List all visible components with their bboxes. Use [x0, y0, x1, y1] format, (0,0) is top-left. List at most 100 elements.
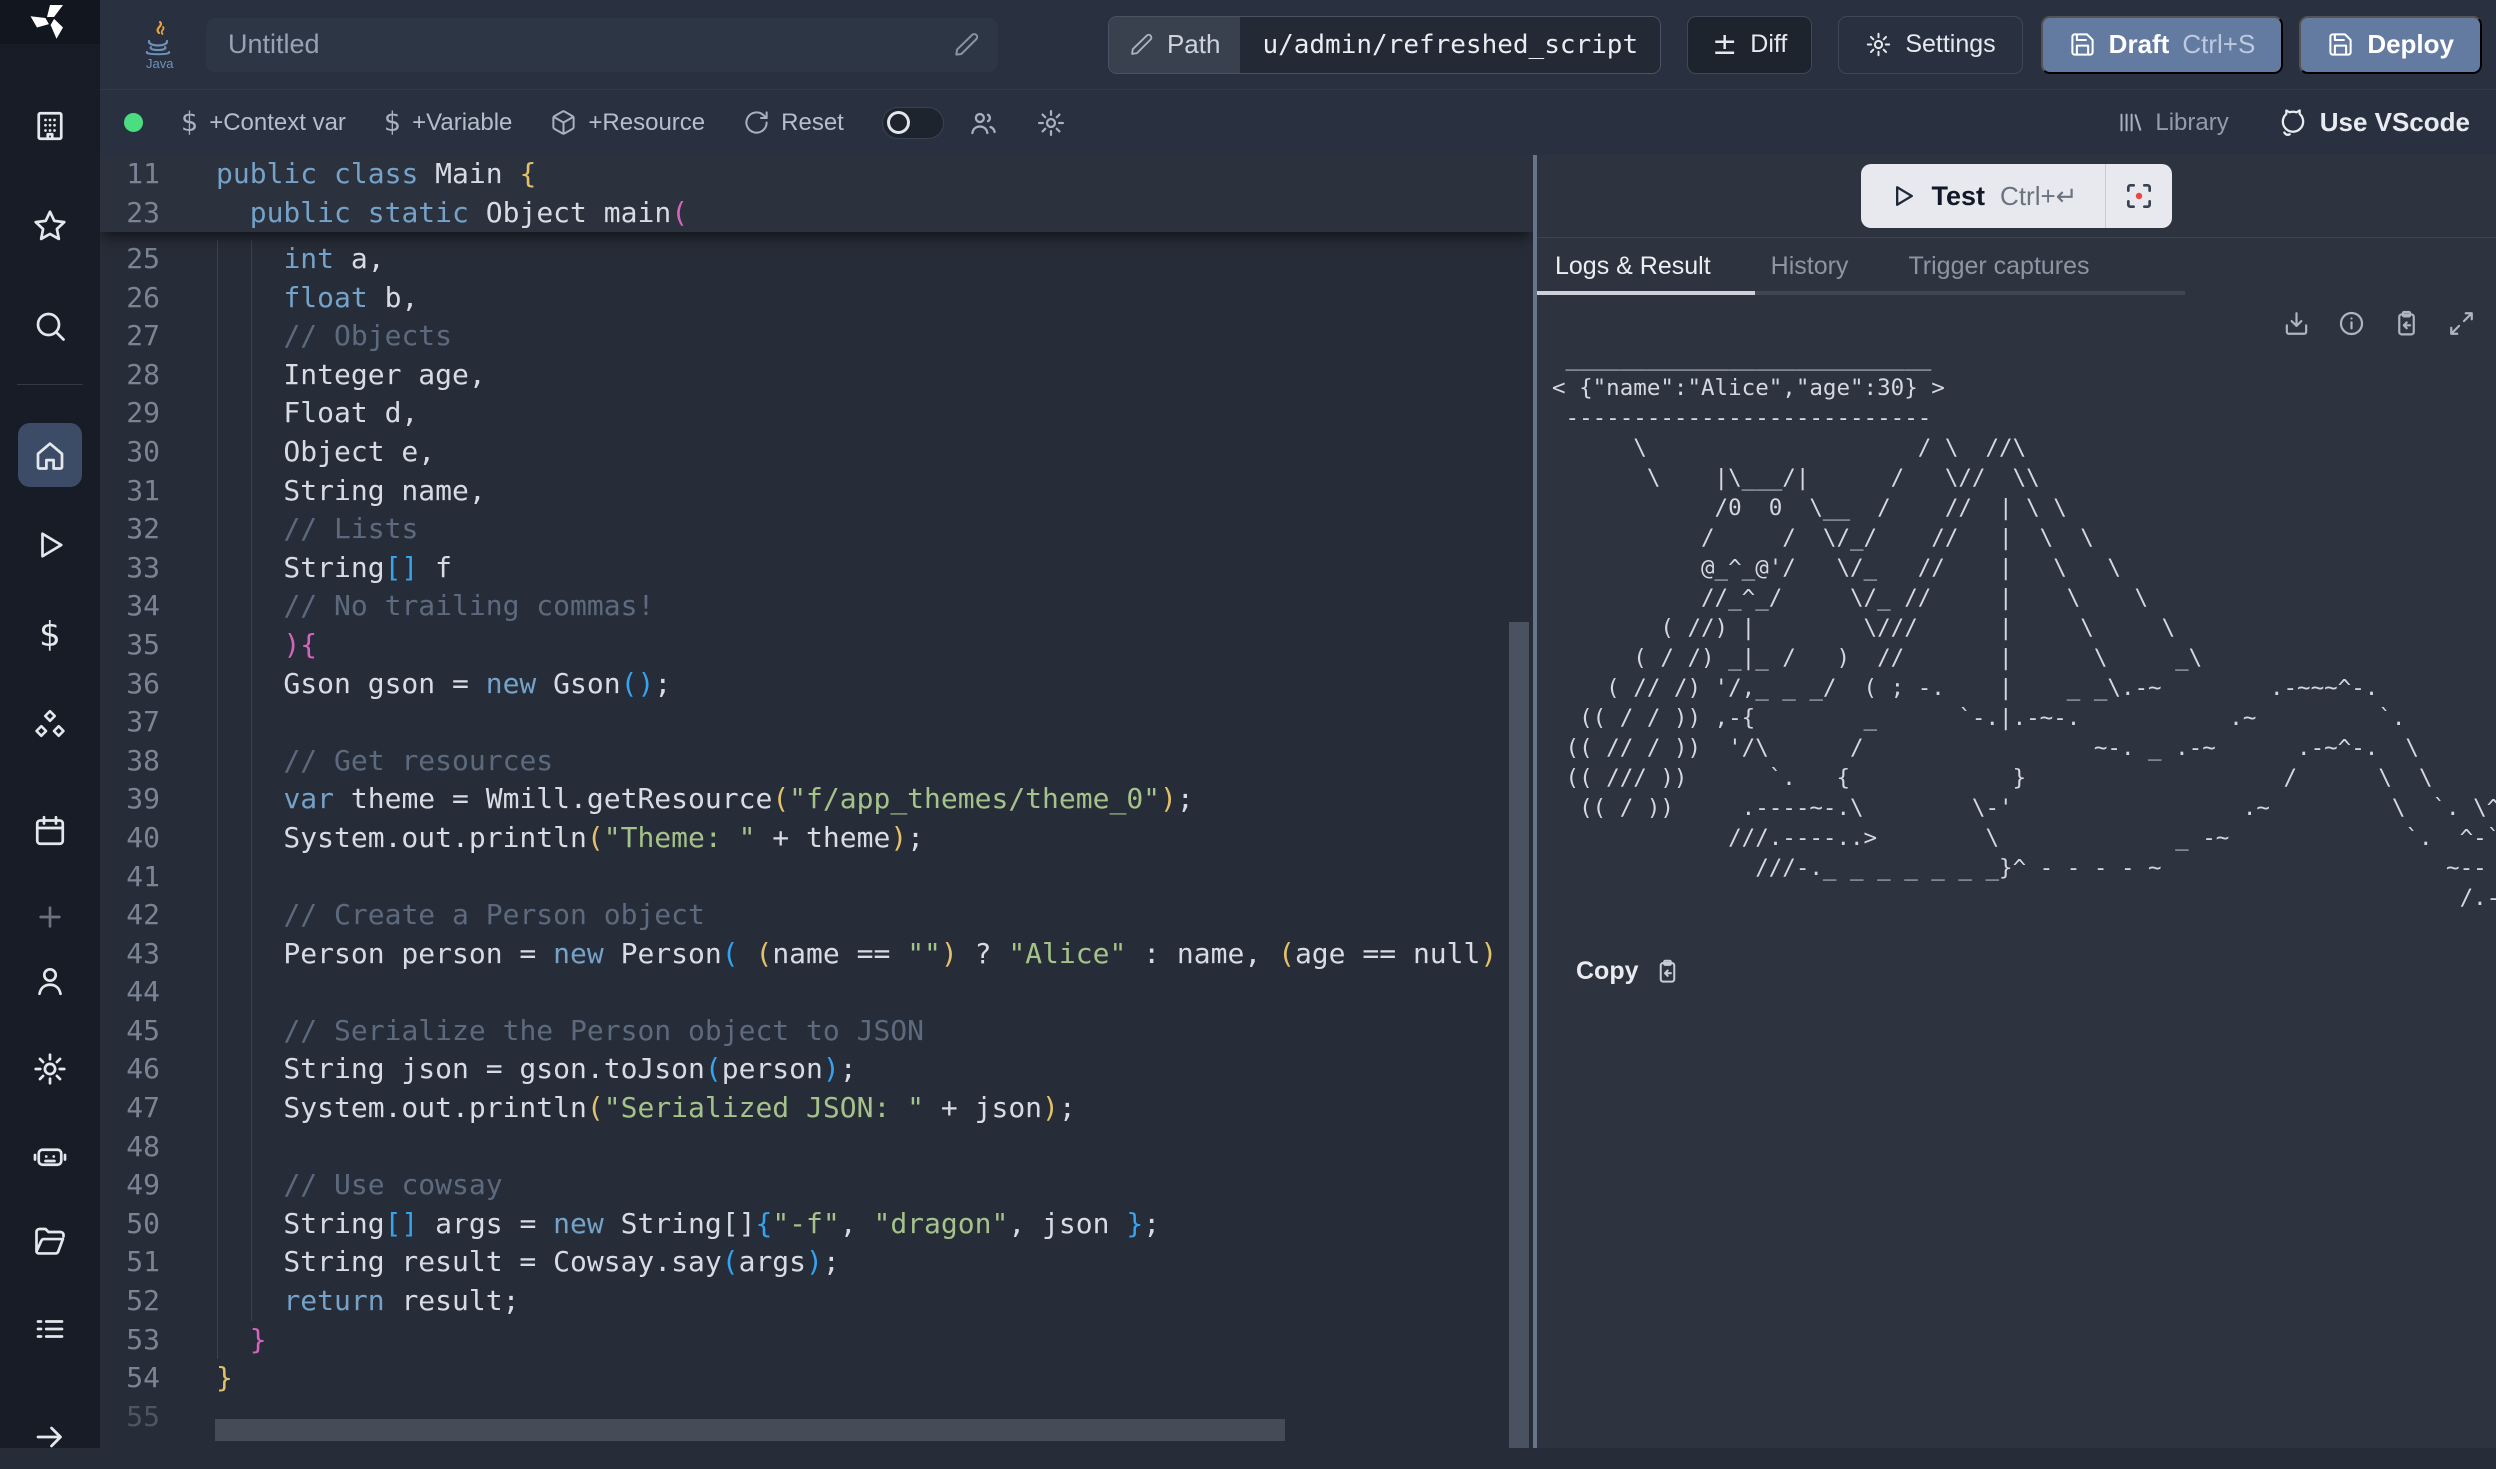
code-line-31[interactable]: 31 String name, — [100, 472, 1533, 511]
expand-icon[interactable] — [2447, 309, 2476, 338]
code-line-51[interactable]: 51 String result = Cowsay.say(args); — [100, 1243, 1533, 1282]
line-content: } — [160, 1321, 267, 1360]
vertical-scrollbar[interactable] — [1509, 622, 1529, 1448]
code-line-23[interactable]: 23 public static Object main( — [100, 194, 1533, 233]
copy-label: Copy — [1576, 957, 1639, 986]
sidebar-item-home[interactable] — [18, 423, 82, 487]
code-line-27[interactable]: 27 // Objects — [100, 317, 1533, 356]
line-number: 41 — [100, 858, 160, 897]
library-button[interactable]: Library — [2117, 109, 2228, 137]
arrow-right-icon — [32, 1419, 68, 1455]
sidebar-item-resources[interactable] — [18, 693, 82, 757]
settings-button[interactable]: Settings — [1838, 16, 2022, 74]
windmill-logo[interactable] — [0, 0, 100, 44]
copy-result-button[interactable]: Copy — [1537, 913, 2496, 986]
code-line-25[interactable]: 25 int a, — [100, 240, 1533, 279]
code-line-37[interactable]: 37 — [100, 703, 1533, 742]
sidebar-item-user[interactable] — [18, 949, 82, 1013]
line-number: 50 — [100, 1205, 160, 1244]
sidebar-item-workspace[interactable] — [18, 94, 82, 158]
code-line-11[interactable]: 11public class Main { — [100, 155, 1533, 194]
use-vscode-button[interactable]: Use VScode — [2277, 107, 2470, 139]
line-number: 35 — [100, 626, 160, 665]
code-line-33[interactable]: 33 String[] f — [100, 549, 1533, 588]
line-number: 29 — [100, 394, 160, 433]
info-icon[interactable] — [2337, 309, 2366, 338]
code-line-34[interactable]: 34 // No trailing commas! — [100, 587, 1533, 626]
horizontal-scrollbar[interactable] — [215, 1419, 1285, 1441]
diff-button[interactable]: ± Diff — [1687, 16, 1812, 74]
code-line-42[interactable]: 42 // Create a Person object — [100, 896, 1533, 935]
collaborators-button[interactable] — [968, 108, 998, 138]
code-line-43[interactable]: 43 Person person = new Person( (name == … — [100, 935, 1533, 974]
code-line-38[interactable]: 38 // Get resources — [100, 742, 1533, 781]
plus-icon — [34, 901, 66, 933]
test-button[interactable]: Test Ctrl+↵ — [1861, 164, 2106, 228]
path-edit-button[interactable]: Path — [1109, 17, 1241, 73]
tab-logs-result[interactable]: Logs & Result — [1537, 238, 1741, 295]
sidebar-item-favorites[interactable] — [18, 194, 82, 258]
code-line-40[interactable]: 40 System.out.println("Theme: " + theme)… — [100, 819, 1533, 858]
code-line-47[interactable]: 47 System.out.println("Serialized JSON: … — [100, 1089, 1533, 1128]
code-line-32[interactable]: 32 // Lists — [100, 510, 1533, 549]
add-resource-button[interactable]: +Resource — [550, 109, 705, 137]
pencil-icon[interactable] — [953, 31, 980, 58]
line-content: // Lists — [160, 510, 418, 549]
code-line-53[interactable]: 53 } — [100, 1321, 1533, 1360]
clipboard-paste-icon[interactable] — [2392, 309, 2421, 338]
line-number: 49 — [100, 1166, 160, 1205]
code-line-30[interactable]: 30 Object e, — [100, 433, 1533, 472]
draft-button[interactable]: Draft Ctrl+S — [2041, 16, 2284, 74]
code-line-35[interactable]: 35 ){ — [100, 626, 1533, 665]
run-panel: Test Ctrl+↵ Logs & Result History Trigge… — [1537, 155, 2496, 1448]
sidebar-item-audit-logs[interactable] — [18, 1297, 82, 1361]
code-line-54[interactable]: 54} — [100, 1359, 1533, 1398]
capture-button[interactable] — [2106, 164, 2172, 228]
add-variable-button[interactable]: $ +Variable — [384, 107, 512, 138]
plus-minus-icon: ± — [1712, 30, 1737, 60]
code-line-52[interactable]: 52 return result; — [100, 1282, 1533, 1321]
tab-trigger-captures[interactable]: Trigger captures — [1878, 238, 2119, 295]
script-summary-input[interactable]: Untitled — [206, 18, 998, 72]
path-widget[interactable]: Path u/admin/refreshed_script — [1108, 16, 1661, 74]
panel-resize-handle[interactable] — [1533, 155, 1537, 1448]
diff-mode-toggle[interactable] — [882, 107, 944, 139]
sticky-scroll-lines[interactable]: 11public class Main {23 public static Ob… — [100, 155, 1533, 232]
code-line-36[interactable]: 36 Gson gson = new Gson(); — [100, 665, 1533, 704]
code-line-50[interactable]: 50 String[] args = new String[]{"-f", "d… — [100, 1205, 1533, 1244]
dollar-icon: $ — [39, 615, 61, 655]
add-context-var-button[interactable]: $ +Context var — [181, 107, 346, 138]
sidebar-item-workers[interactable] — [18, 1123, 82, 1187]
tab-history[interactable]: History — [1741, 238, 1879, 295]
line-number: 38 — [100, 742, 160, 781]
code-line-46[interactable]: 46 String json = gson.toJson(person); — [100, 1050, 1533, 1089]
sidebar-item-schedules[interactable] — [18, 799, 82, 863]
line-number: 39 — [100, 780, 160, 819]
code-line-41[interactable]: 41 — [100, 858, 1533, 897]
code-line-49[interactable]: 49 // Use cowsay — [100, 1166, 1533, 1205]
sidebar-item-runs[interactable] — [18, 513, 82, 577]
cubes-icon — [32, 707, 68, 743]
star-icon — [32, 208, 68, 244]
sidebar-item-folders[interactable] — [18, 1209, 82, 1273]
sidebar-item-variables[interactable]: $ — [18, 603, 82, 667]
code-lines[interactable]: 25 int a,26 float b,27 // Objects28 Inte… — [100, 240, 1533, 1436]
code-line-26[interactable]: 26 float b, — [100, 279, 1533, 318]
sidebar-item-settings[interactable] — [18, 1037, 82, 1101]
reset-button[interactable]: Reset — [743, 109, 844, 137]
code-line-44[interactable]: 44 — [100, 973, 1533, 1012]
code-line-48[interactable]: 48 — [100, 1128, 1533, 1167]
code-line-45[interactable]: 45 // Serialize the Person object to JSO… — [100, 1012, 1533, 1051]
line-content: int a, — [160, 240, 385, 279]
editor-settings-button[interactable] — [1036, 108, 1066, 138]
code-line-39[interactable]: 39 var theme = Wmill.getResource("f/app_… — [100, 780, 1533, 819]
code-line-28[interactable]: 28 Integer age, — [100, 356, 1533, 395]
sidebar-item-search[interactable] — [18, 294, 82, 358]
code-editor[interactable]: 25 int a,26 float b,27 // Objects28 Inte… — [100, 155, 1533, 1448]
sidebar-item-add[interactable] — [18, 885, 82, 949]
deploy-button[interactable]: Deploy — [2299, 16, 2482, 74]
download-icon[interactable] — [2282, 309, 2311, 338]
line-content: // Objects — [160, 317, 452, 356]
sidebar-collapse-button[interactable] — [18, 1405, 82, 1469]
code-line-29[interactable]: 29 Float d, — [100, 394, 1533, 433]
